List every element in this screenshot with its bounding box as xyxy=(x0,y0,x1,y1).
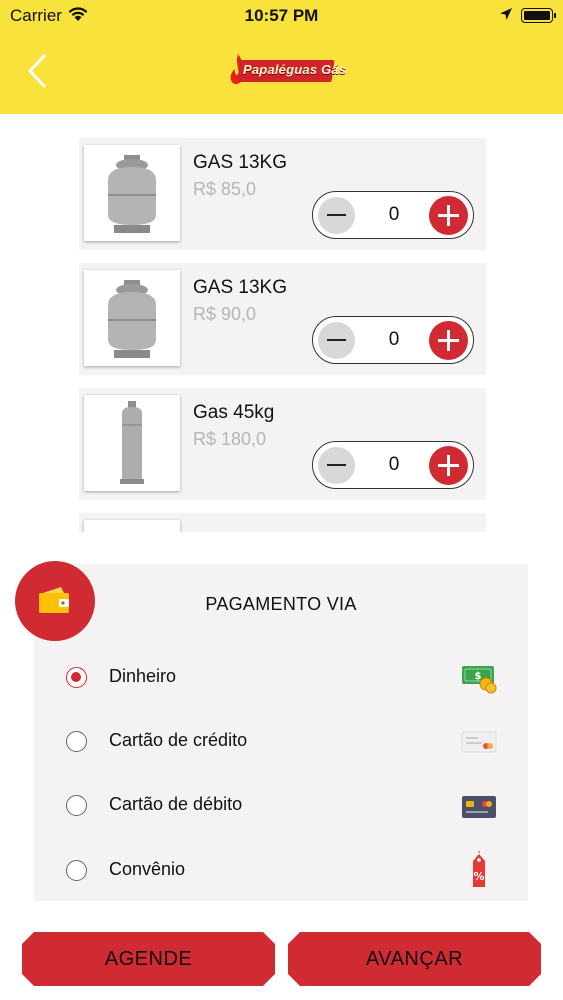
product-price: R$ 180,0 xyxy=(193,429,267,449)
product-list[interactable]: GAS 13KG R$ 85,0 0 GAS 13KG R$ 90,0 0 Ga… xyxy=(0,114,563,532)
gas-cylinder-image xyxy=(84,395,180,491)
wallet-badge xyxy=(15,561,95,641)
product-card: Gas 45kg R$ 180,0 0 xyxy=(79,388,486,500)
radio-unselected[interactable] xyxy=(66,731,87,752)
quantity-stepper: 0 xyxy=(312,441,474,489)
payment-option-credit[interactable]: Cartão de crédito xyxy=(34,716,528,766)
credit-card-icon xyxy=(461,731,497,753)
quantity-stepper: 0 xyxy=(312,191,474,239)
schedule-button[interactable]: AGENDE xyxy=(22,932,275,986)
svg-text:%: % xyxy=(473,870,484,883)
next-button[interactable]: AVANÇAR xyxy=(288,932,541,986)
payment-option-label: Convênio xyxy=(109,859,186,879)
clock: 10:57 PM xyxy=(244,6,319,25)
quantity-value: 0 xyxy=(388,204,400,225)
payment-panel: PAGAMENTO VIA Dinheiro $ Cartão de crédi… xyxy=(34,564,528,901)
product-image xyxy=(84,520,180,532)
decrease-button[interactable] xyxy=(318,197,355,234)
product-card: GAS 13KG R$ 90,0 0 xyxy=(79,263,486,375)
svg-text:$: $ xyxy=(475,671,482,682)
payment-option-label: Cartão de débito xyxy=(109,794,243,814)
battery-icon xyxy=(521,8,556,23)
increase-button[interactable] xyxy=(429,196,468,235)
logo-text: Papaléguas Gás xyxy=(243,62,347,77)
quantity-value: 0 xyxy=(388,329,400,350)
product-price: R$ 90,0 xyxy=(193,304,257,324)
product-card-partial xyxy=(79,513,486,532)
payment-option-label: Cartão de crédito xyxy=(109,730,248,750)
brand-logo: Papaléguas Gás xyxy=(229,52,346,88)
quantity-value: 0 xyxy=(388,454,400,475)
radio-unselected[interactable] xyxy=(66,860,87,881)
decrease-button[interactable] xyxy=(318,447,355,484)
payment-title: PAGAMENTO VIA xyxy=(205,594,357,614)
increase-button[interactable] xyxy=(429,321,468,360)
discount-tag-icon: % xyxy=(473,851,485,887)
back-chevron-icon[interactable] xyxy=(24,52,54,92)
debit-card-icon xyxy=(462,796,496,818)
product-name: Gas 45kg xyxy=(193,402,275,423)
increase-button[interactable] xyxy=(429,446,468,485)
product-name: GAS 13KG xyxy=(193,277,287,298)
cash-icon: $ xyxy=(462,666,497,694)
payment-option-label: Dinheiro xyxy=(109,666,177,686)
product-name: GAS 13KG xyxy=(193,152,287,173)
payment-option-cash[interactable]: Dinheiro $ xyxy=(34,652,528,702)
gas-cylinder-image xyxy=(84,145,180,241)
decrease-button[interactable] xyxy=(318,322,355,359)
radio-selected[interactable] xyxy=(66,667,87,688)
gas-cylinder-image xyxy=(84,270,180,366)
payment-option-debit[interactable]: Cartão de débito xyxy=(34,780,528,830)
payment-option-agreement[interactable]: Convênio % xyxy=(34,845,528,895)
status-bar: Carrier 10:57 PM xyxy=(0,0,563,30)
header: Carrier 10:57 PM Papaléguas Gás xyxy=(0,0,563,114)
product-card: GAS 13KG R$ 85,0 0 xyxy=(79,138,486,250)
wallet-icon xyxy=(39,587,69,613)
location-arrow-icon xyxy=(500,8,512,20)
product-price: R$ 85,0 xyxy=(193,179,257,199)
radio-unselected[interactable] xyxy=(66,795,87,816)
quantity-stepper: 0 xyxy=(312,316,474,364)
